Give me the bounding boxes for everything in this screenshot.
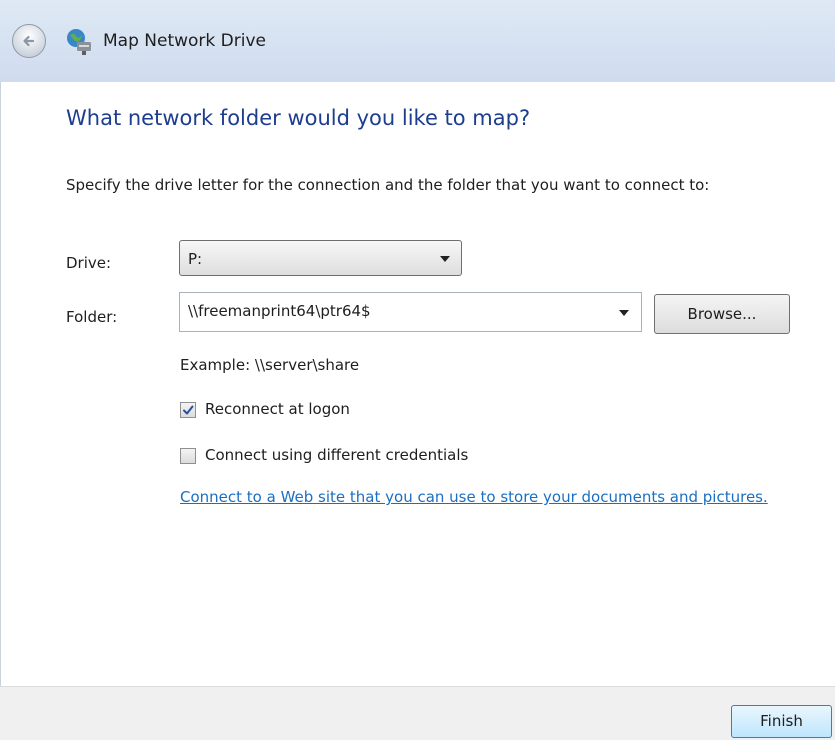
folder-input[interactable]: \\freemanprint64\ptr64$	[179, 292, 642, 332]
back-button[interactable]	[12, 24, 46, 58]
web-site-link[interactable]: Connect to a Web site that you can use t…	[180, 488, 768, 506]
folder-label: Folder:	[66, 308, 118, 326]
credentials-label[interactable]: Connect using different credentials	[205, 446, 468, 464]
wizard-content	[0, 82, 835, 686]
drive-select-value: P:	[188, 250, 203, 268]
folder-input-value: \\freemanprint64\ptr64$	[188, 302, 371, 320]
finish-button[interactable]: Finish	[731, 705, 832, 738]
browse-button[interactable]: Browse...	[654, 294, 790, 334]
reconnect-label[interactable]: Reconnect at logon	[205, 400, 350, 418]
title-bar: Map Network Drive	[0, 0, 835, 82]
back-arrow-icon	[23, 35, 35, 47]
page-heading: What network folder would you like to ma…	[66, 106, 531, 130]
chevron-down-icon	[440, 256, 450, 262]
instructions-text: Specify the drive letter for the connect…	[66, 176, 710, 194]
drive-select[interactable]: P:	[179, 240, 462, 276]
footer-bar	[0, 686, 835, 740]
network-drive-icon	[64, 26, 94, 56]
reconnect-checkbox[interactable]	[180, 402, 196, 418]
checkmark-icon	[183, 405, 194, 415]
credentials-checkbox[interactable]	[180, 448, 196, 464]
example-text: Example: \\server\share	[180, 356, 360, 374]
chevron-down-icon[interactable]	[619, 310, 629, 316]
drive-label: Drive:	[66, 254, 112, 272]
window-title: Map Network Drive	[103, 31, 266, 51]
